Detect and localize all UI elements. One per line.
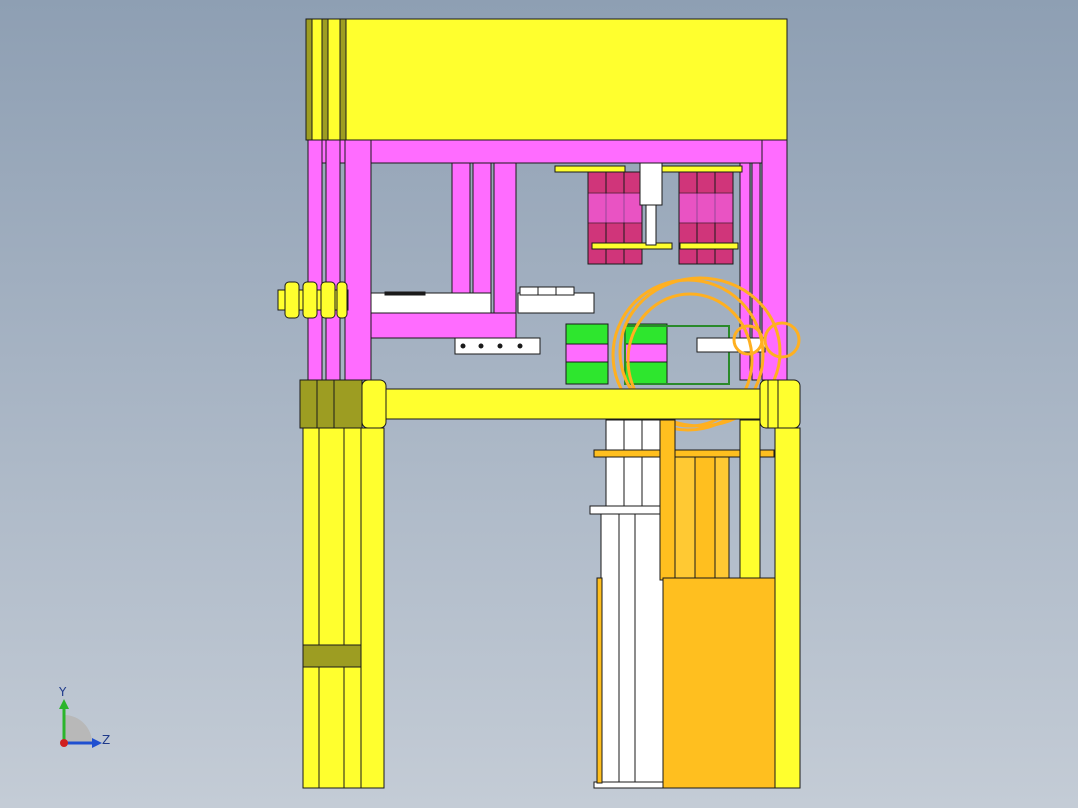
white-rod-base: [593, 781, 669, 789]
bracket-hole-3: [497, 343, 503, 349]
shaft-main: [385, 388, 763, 420]
white-grabber: [696, 337, 766, 353]
bracket-hole-1: [460, 343, 466, 349]
center-cylinder-top: [639, 162, 663, 206]
bracket-hole-2: [478, 343, 484, 349]
magenta-column-left-1: [307, 139, 323, 381]
clamp-foot-right: [679, 242, 739, 250]
slide-rail: [370, 292, 492, 314]
left-leg-band: [302, 644, 362, 668]
orange-cylinder-3: [694, 456, 716, 581]
white-cylinder-2: [623, 419, 643, 511]
shaft-left-hub-1: [299, 379, 318, 429]
white-cylinder-1: [605, 419, 625, 511]
white-rod-1: [600, 513, 620, 787]
white-rod-2: [618, 513, 636, 787]
green-block-1-band: [565, 343, 609, 363]
z-axis-label: Z: [102, 733, 111, 747]
small-white-block-1: [519, 286, 539, 296]
white-cylinder-3: [641, 419, 661, 511]
orange-base-block: [662, 577, 776, 789]
orange-column: [739, 419, 761, 581]
top-block-plate-3: [339, 18, 347, 141]
top-strip-left: [554, 165, 626, 173]
left-roller-cap-4: [336, 281, 348, 319]
green-block-2-band: [624, 343, 668, 363]
top-strip-right: [661, 165, 743, 173]
cad-viewport[interactable]: Y Z: [0, 0, 1078, 808]
center-cylinder-rod: [645, 204, 657, 246]
triad-disc: [64, 715, 92, 743]
z-axis-arrow: [92, 738, 102, 748]
small-white-block-2: [537, 286, 557, 296]
left-roller-cap-2: [302, 281, 318, 319]
shaft-right-ring: [767, 379, 779, 429]
orange-cylinder-1: [659, 419, 676, 581]
left-roller-cap-1: [284, 281, 300, 319]
coordinate-triad: Y Z: [50, 685, 120, 755]
left-leg-1: [302, 427, 320, 789]
magenta-post-3: [493, 162, 517, 339]
orange-strip-left: [596, 577, 603, 784]
clamp-band-left: [587, 192, 643, 224]
y-axis-arrow: [59, 699, 69, 709]
shaft-left-hub-3: [333, 379, 363, 429]
orange-cylinder-4: [714, 456, 730, 581]
shaft-left-hub-2: [316, 379, 335, 429]
top-block-plate-1: [305, 18, 313, 141]
clamp-band-right: [678, 192, 734, 224]
x-axis-dot: [60, 739, 68, 747]
small-white-block-3: [555, 286, 575, 296]
left-leg-4: [360, 427, 385, 789]
slide-rail-right: [517, 292, 595, 314]
magenta-frame-top: [307, 139, 788, 164]
magenta-lower-beam: [370, 312, 517, 339]
magenta-column-left-2: [325, 139, 341, 381]
y-axis-label: Y: [59, 685, 67, 699]
top-yellow-block: [305, 18, 788, 141]
shaft-left-collar: [361, 379, 387, 429]
left-leg-2: [318, 427, 345, 789]
shaft-right-collar: [759, 379, 801, 429]
bracket-hole-4: [517, 343, 523, 349]
clamp-foot-left: [591, 242, 673, 250]
slide-rail-stripe: [384, 291, 426, 296]
top-block-plate-2: [321, 18, 329, 141]
magenta-column-left-3: [344, 139, 372, 381]
right-leg: [774, 427, 801, 789]
white-rod-3: [634, 513, 664, 787]
assembly-model[interactable]: [0, 0, 1078, 808]
orange-cylinder-2: [674, 456, 696, 581]
left-leg-3: [343, 427, 362, 789]
left-roller-cap-3: [320, 281, 336, 319]
